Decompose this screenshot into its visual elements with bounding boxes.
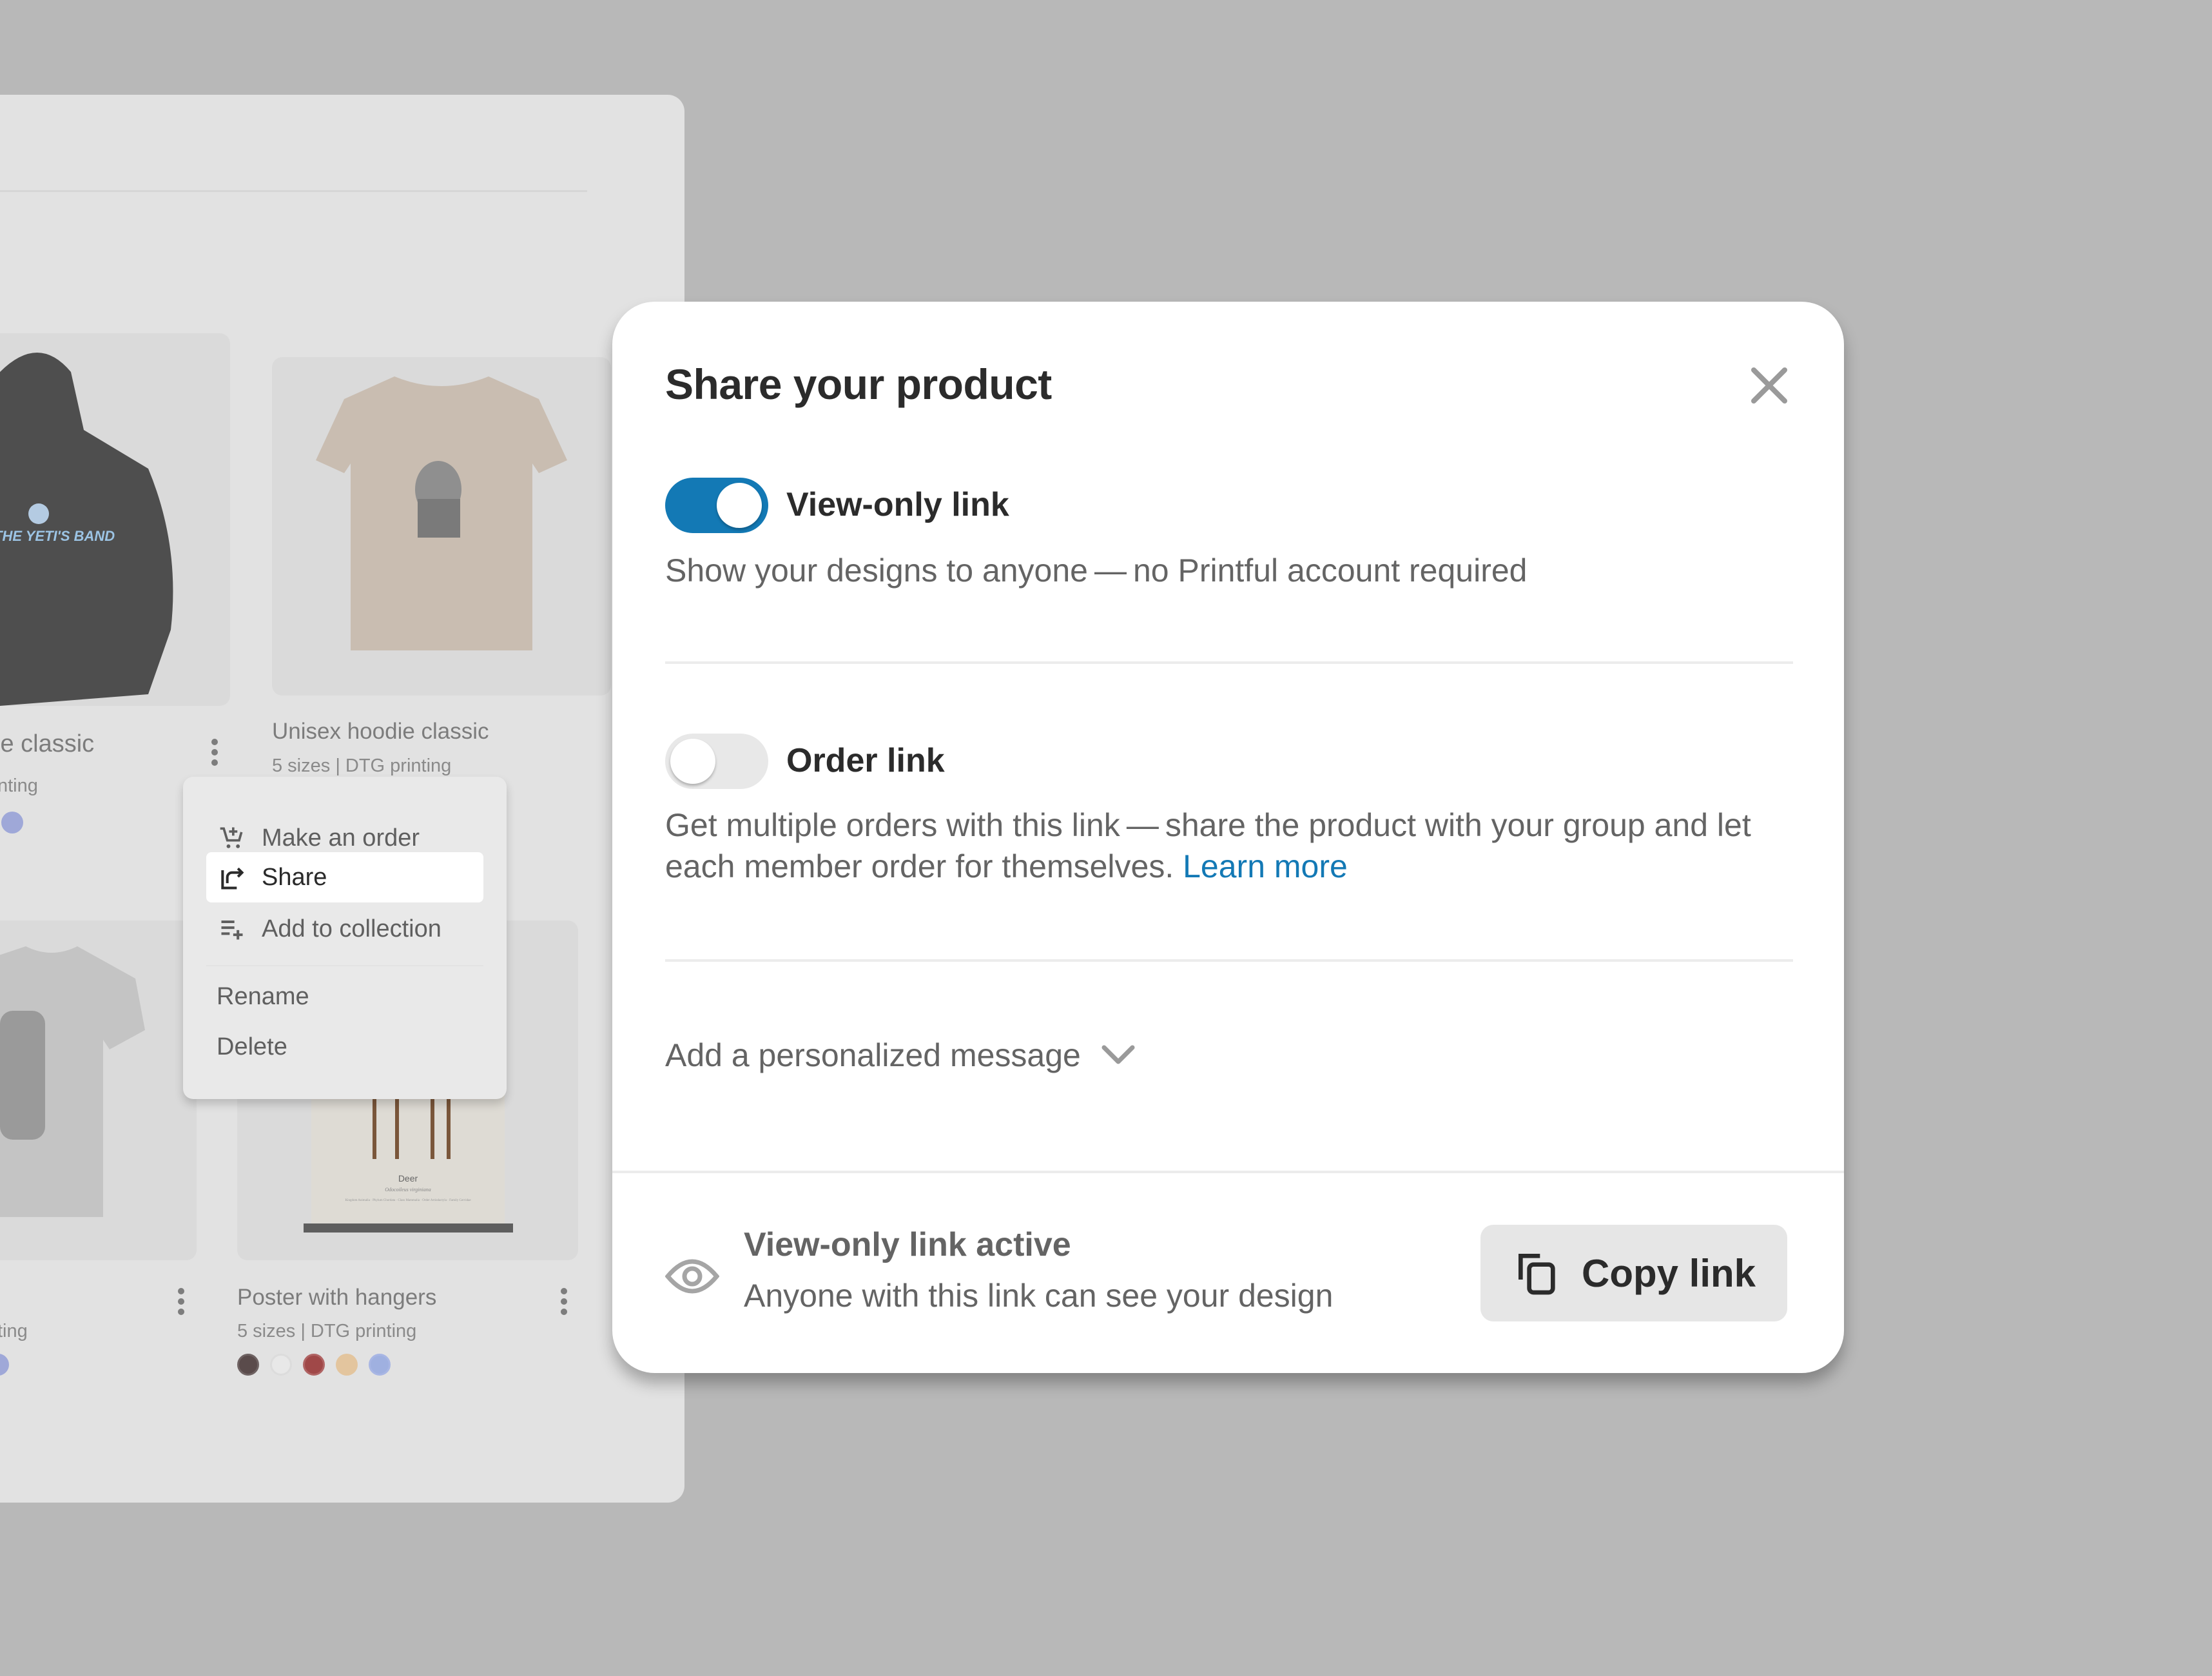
product-context-menu: Make an order Share Add to collection Re… <box>183 777 507 1099</box>
menu-item-add-to-collection[interactable]: Add to collection <box>206 904 483 954</box>
menu-item-label: Make an order <box>262 824 420 852</box>
product-image-hoodie[interactable]: THE YETI'S BAND <box>0 333 230 706</box>
product-image-tee[interactable] <box>272 357 611 696</box>
order-link-description: Get multiple orders with this link — sha… <box>665 804 1800 887</box>
copy-link-button[interactable]: Copy link <box>1480 1225 1787 1321</box>
link-status-title: View-only link active <box>744 1226 1071 1263</box>
product-title[interactable]: ie classic <box>0 730 94 758</box>
view-only-link-description: Show your designs to anyone — no Printfu… <box>665 552 1528 589</box>
color-swatch[interactable] <box>336 1354 358 1376</box>
menu-item-rename[interactable]: Rename <box>217 983 309 1011</box>
personalized-message-toggle[interactable]: Add a personalized message <box>665 1037 1138 1074</box>
playlist-add-icon <box>217 913 247 944</box>
color-swatch[interactable] <box>270 1354 292 1376</box>
kebab-menu-icon[interactable] <box>211 739 218 770</box>
color-swatch[interactable] <box>237 1354 259 1376</box>
toggle-knob <box>717 483 762 528</box>
svg-text:Odocoileus virginiana: Odocoileus virginiana <box>385 1187 431 1193</box>
view-only-link-label: View-only link <box>786 486 1009 523</box>
tshirt-illustration <box>316 376 567 650</box>
color-swatch[interactable] <box>303 1354 325 1376</box>
svg-text:Kingdom Animalia · Phylum Chor: Kingdom Animalia · Phylum Chordata · Cla… <box>345 1199 471 1202</box>
section-divider <box>665 661 1793 664</box>
order-link-toggle[interactable] <box>665 734 768 789</box>
product-image-tee-grey[interactable] <box>0 921 197 1260</box>
svg-text:THE YETI'S BAND: THE YETI'S BAND <box>0 528 115 544</box>
share-icon <box>217 862 247 893</box>
product-subtitle: 5 sizes | DTG printing <box>272 755 452 776</box>
learn-more-link[interactable]: Learn more <box>1183 848 1348 884</box>
product-title[interactable]: Poster with hangers <box>237 1285 436 1311</box>
svg-text:Deer: Deer <box>398 1173 418 1184</box>
menu-item-label: Add to collection <box>262 915 441 942</box>
chevron-down-icon <box>1101 1045 1135 1064</box>
copy-link-label: Copy link <box>1581 1251 1756 1295</box>
footer-divider <box>612 1171 1844 1173</box>
close-icon <box>1751 367 1787 404</box>
product-subtitle: ting <box>0 1321 28 1341</box>
color-swatch[interactable] <box>369 1354 391 1376</box>
panel-divider <box>0 190 587 192</box>
kebab-menu-icon[interactable] <box>178 1288 184 1319</box>
menu-divider <box>206 965 483 966</box>
product-subtitle: nting <box>0 775 38 796</box>
product-title[interactable]: Unisex hoodie classic <box>272 719 489 745</box>
section-divider <box>665 959 1793 962</box>
dialog-title: Share your product <box>665 360 1052 408</box>
toggle-knob <box>670 739 715 784</box>
product-subtitle: 5 sizes | DTG printing <box>237 1321 417 1341</box>
kebab-menu-icon[interactable] <box>561 1288 567 1319</box>
close-button[interactable] <box>1743 360 1795 411</box>
share-product-dialog: Share your product View-only link Show y… <box>612 302 1844 1373</box>
menu-item-label: Share <box>262 863 327 891</box>
menu-item-delete[interactable]: Delete <box>217 1033 287 1061</box>
hoodie-illustration: THE YETI'S BAND <box>0 353 173 706</box>
order-link-label: Order link <box>786 742 945 779</box>
view-only-link-toggle[interactable] <box>665 478 768 533</box>
link-status-subtitle: Anyone with this link can see your desig… <box>744 1278 1334 1314</box>
color-swatch[interactable] <box>1 812 23 833</box>
personalized-message-label: Add a personalized message <box>665 1037 1081 1073</box>
cart-plus-icon <box>217 823 247 853</box>
eye-icon <box>665 1249 720 1307</box>
copy-icon <box>1518 1254 1555 1295</box>
menu-item-share[interactable]: Share <box>206 852 483 902</box>
tshirt-illustration <box>0 946 145 1217</box>
